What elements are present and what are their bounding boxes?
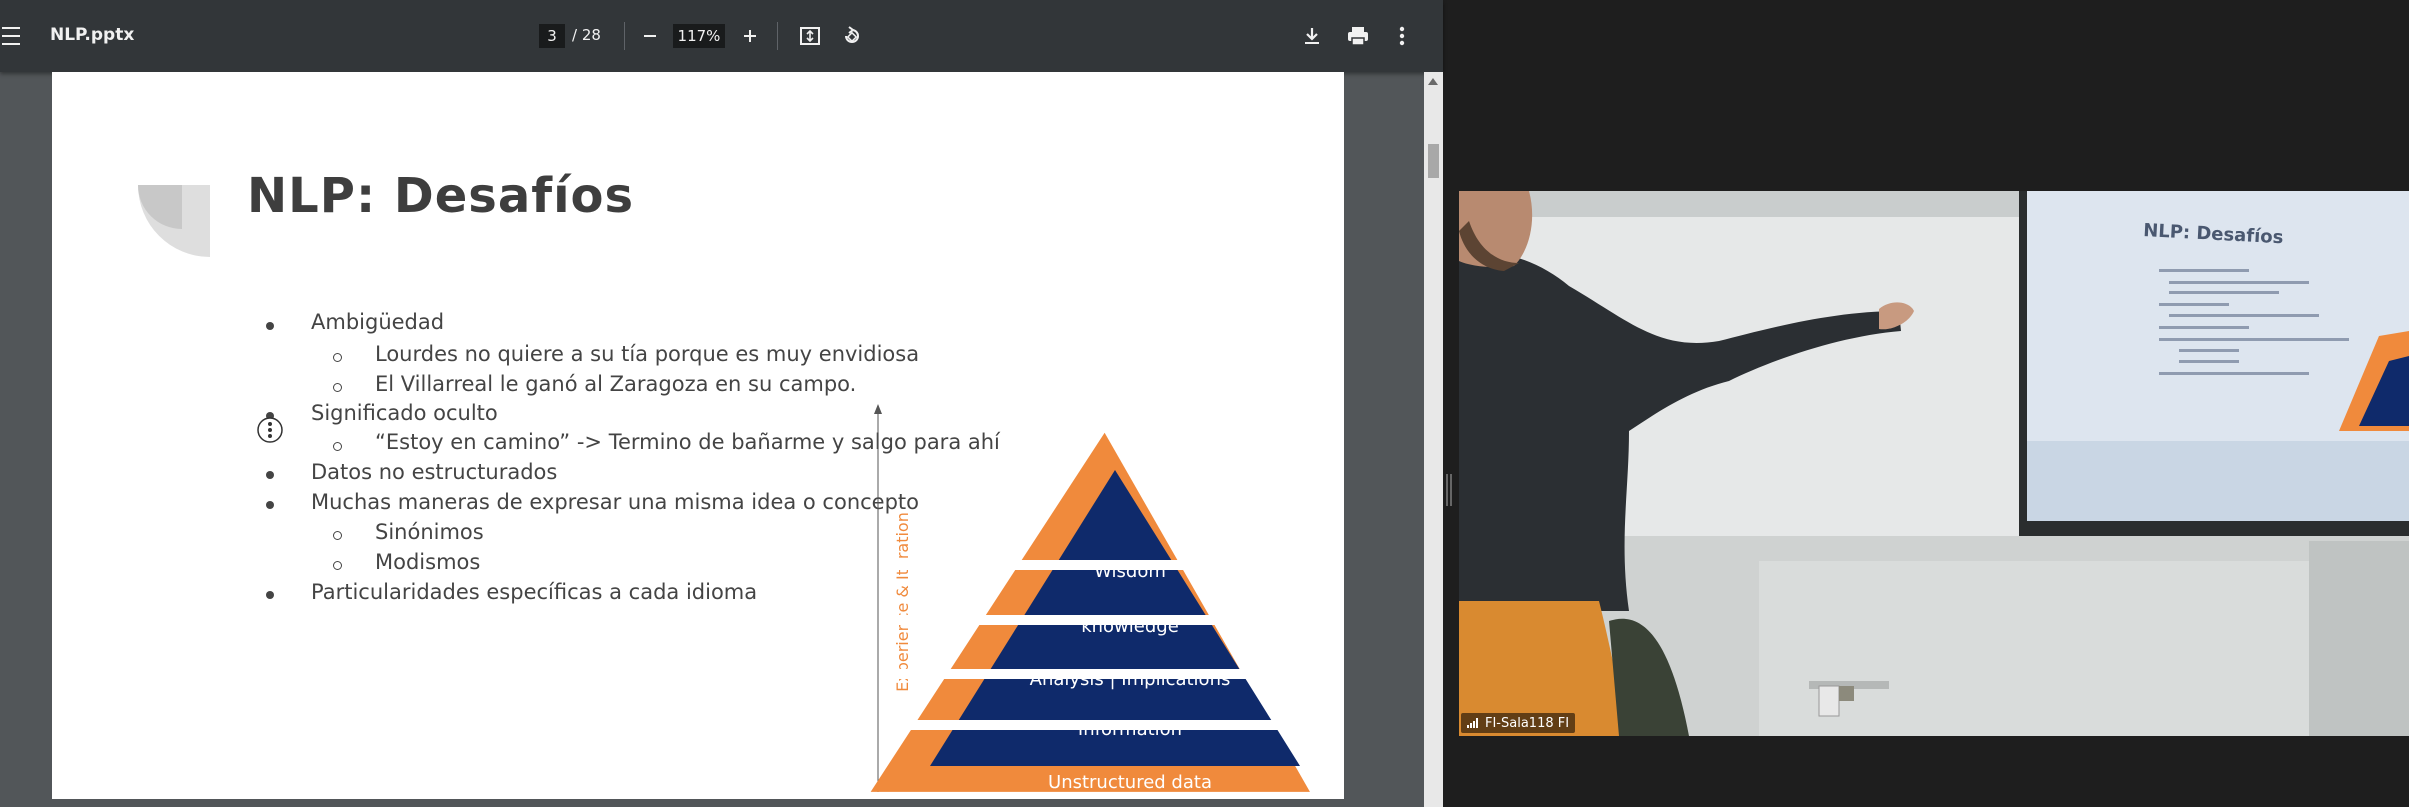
signal-strength-icon (1467, 718, 1478, 728)
page-number-input[interactable] (539, 24, 565, 48)
pdf-viewer: NLP.pptx / 28 (0, 0, 1443, 807)
bullet-dot (266, 591, 274, 599)
pyramid-level-label: Wisdom (1094, 561, 1166, 582)
sub-bullet-item: El Villarreal le ganó al Zaragoza en su … (375, 372, 857, 396)
sub-bullet-item: Modismos (375, 550, 481, 574)
download-button[interactable] (1299, 23, 1325, 49)
fit-to-page-icon (800, 27, 820, 45)
vertical-scrollbar[interactable] (1424, 72, 1443, 807)
zoom-in-button[interactable] (738, 24, 762, 48)
scroll-up-arrow-icon[interactable] (1428, 78, 1438, 85)
slide-title: NLP: Desafíos (247, 168, 635, 224)
pyramid-axis-label: Experience & Iteration (893, 512, 912, 692)
page-total: / 28 (572, 26, 601, 44)
print-button[interactable] (1344, 23, 1372, 49)
more-options-button[interactable] (1392, 23, 1412, 49)
plus-icon (744, 30, 756, 42)
participant-name: FI-Sala118 FI (1485, 715, 1570, 731)
participant-label: FI-Sala118 FI (1461, 713, 1576, 733)
webcam-feed: NLP: Desafíos FI-Sala118 FI (1459, 191, 2409, 736)
bullet-item: Significado oculto (311, 401, 498, 425)
pyramid-level-label: Analysis | Implications (1030, 669, 1231, 690)
zoom-input[interactable] (673, 24, 725, 48)
pyramid-level-label: Information (1078, 719, 1182, 740)
fit-page-button[interactable] (797, 23, 823, 49)
viewer-toolbar: NLP.pptx / 28 (0, 0, 1443, 72)
scroll-thumb[interactable] (1428, 144, 1439, 178)
axis-arrow-icon (874, 404, 882, 414)
bullet-dot (266, 501, 274, 509)
toolbar-divider (624, 22, 625, 50)
minus-icon (644, 35, 656, 37)
sub-bullet-ring (333, 561, 342, 570)
file-name: NLP.pptx (50, 25, 135, 45)
bullet-item: Datos no estructurados (311, 460, 558, 484)
bullet-item: Ambigüedad (311, 310, 445, 334)
menu-icon[interactable] (0, 22, 22, 50)
sub-bullet-ring (333, 383, 342, 392)
pyramid-level-label: knowledge (1081, 616, 1179, 637)
toolbar-divider (777, 22, 778, 50)
knowledge-pyramid: Experience & Iteration Wisdom knowledge … (870, 404, 1314, 793)
bullet-item: Muchas maneras de expresar una misma ide… (311, 490, 920, 514)
sub-bullet-ring (333, 531, 342, 540)
sub-bullet-ring (333, 442, 342, 451)
slide-page: NLP: Desafíos Ambigüedad Lourdes no quie… (52, 72, 1344, 799)
split-resize-handle[interactable] (1446, 474, 1452, 506)
sub-bullet-item: Sinónimos (375, 520, 484, 544)
sub-bullet-item: Lourdes no quiere a su tía porque es muy… (375, 342, 920, 366)
rotate-icon (845, 26, 859, 43)
cursor-move-icon (257, 417, 283, 443)
pyramid-level-label: Unstructured data (1048, 772, 1212, 793)
more-vertical-icon (1399, 26, 1405, 46)
bullet-dot (266, 471, 274, 479)
print-icon (1348, 27, 1368, 46)
bullet-item: Particularidades específicas a cada idio… (311, 580, 758, 604)
download-icon (1305, 28, 1319, 44)
zoom-out-button[interactable] (638, 24, 662, 48)
sub-bullet-ring (333, 353, 342, 362)
classroom-video: NLP: Desafíos (1459, 191, 2409, 736)
title-decoration (138, 185, 210, 257)
rotate-button[interactable] (839, 23, 865, 49)
bullet-dot (266, 322, 274, 330)
